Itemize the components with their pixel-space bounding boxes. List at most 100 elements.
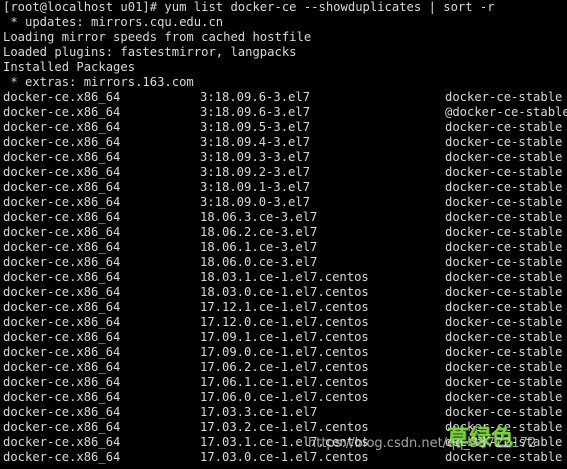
package-repo: docker-ce-stable	[445, 180, 563, 194]
terminal-window[interactable]: [root@localhost u01]# yum list docker-ce…	[0, 0, 567, 469]
package-repo: @docker-ce-stable	[445, 105, 567, 119]
cursor-line	[3, 465, 567, 469]
package-row: docker-ce.x86_64 18.03.1.ce-1.el7.centos d…	[3, 270, 567, 285]
package-name: docker-ce.x86_64	[3, 405, 121, 419]
package-repo: docker-ce-stable	[445, 165, 563, 179]
package-row: docker-ce.x86_64 3:18.09.3-3.el7 docker-ce…	[3, 150, 567, 165]
package-version: 17.03.2.ce-1.el7.centos	[200, 420, 369, 434]
package-name: docker-ce.x86_64	[3, 375, 121, 389]
package-name: docker-ce.x86_64	[3, 90, 121, 104]
package-name: docker-ce.x86_64	[3, 435, 121, 449]
package-row: docker-ce.x86_64 17.12.1.ce-1.el7.centos d…	[3, 300, 567, 315]
package-repo: docker-ce-stable	[445, 360, 563, 374]
package-version: 18.06.3.ce-3.el7	[200, 210, 318, 224]
package-name: docker-ce.x86_64	[3, 315, 121, 329]
output-line: * updates: mirrors.cqu.edu.cn	[3, 15, 224, 29]
package-name: docker-ce.x86_64	[3, 345, 121, 359]
package-name: docker-ce.x86_64	[3, 360, 121, 374]
package-row: docker-ce.x86_64 17.06.0.ce-1.el7.centos d…	[3, 390, 567, 405]
package-row: docker-ce.x86_64 17.06.1.ce-1.el7.centos d…	[3, 375, 567, 390]
package-version: 3:18.09.5-3.el7	[200, 120, 311, 134]
package-version: 17.12.1.ce-1.el7.centos	[200, 300, 369, 314]
package-repo: docker-ce-stable	[445, 405, 563, 419]
package-name: docker-ce.x86_64	[3, 225, 121, 239]
package-repo: docker-ce-stable	[445, 315, 563, 329]
package-row: docker-ce.x86_64 3:18.09.1-3.el7 docker-ce…	[3, 180, 567, 195]
package-name: docker-ce.x86_64	[3, 120, 121, 134]
output-line: Installed Packages	[3, 60, 136, 74]
package-name: docker-ce.x86_64	[3, 420, 121, 434]
package-version: 3:18.09.6-3.el7	[200, 105, 311, 119]
package-row: docker-ce.x86_64 3:18.09.6-3.el7 docker-ce…	[3, 90, 567, 105]
package-repo: docker-ce-stable	[445, 240, 563, 254]
package-name: docker-ce.x86_64	[3, 165, 121, 179]
package-version: 17.06.2.ce-1.el7.centos	[200, 360, 369, 374]
package-row: docker-ce.x86_64 17.03.3.ce-1.el7 docker-c…	[3, 405, 567, 420]
package-repo: docker-ce-stable	[445, 270, 563, 284]
package-row: docker-ce.x86_64 17.03.0.ce-1.el7.centos d…	[3, 450, 567, 465]
package-name: docker-ce.x86_64	[3, 300, 121, 314]
package-version: 3:18.09.1-3.el7	[200, 180, 311, 194]
package-name: docker-ce.x86_64	[3, 150, 121, 164]
package-repo: docker-ce-stable	[445, 90, 563, 104]
package-name: docker-ce.x86_64	[3, 135, 121, 149]
package-name: docker-ce.x86_64	[3, 450, 121, 464]
package-version: 18.06.0.ce-3.el7	[200, 255, 318, 269]
package-row: docker-ce.x86_64 3:18.09.4-3.el7 docker-ce…	[3, 135, 567, 150]
watermark-url: https://blog.csdn.net/qq_33722172	[308, 436, 537, 451]
package-name: docker-ce.x86_64	[3, 285, 121, 299]
package-version: 17.03.3.ce-1.el7	[200, 405, 318, 419]
package-version: 18.03.0.ce-1.el7.centos	[200, 285, 369, 299]
package-repo: docker-ce-stable	[445, 450, 563, 464]
package-row: docker-ce.x86_64 17.06.2.ce-1.el7.centos d…	[3, 360, 567, 375]
package-version: 3:18.09.0-3.el7	[200, 195, 311, 209]
command-prompt: [root@localhost u01]# yum list docker-ce…	[3, 0, 495, 14]
package-version: 17.06.1.ce-1.el7.centos	[200, 375, 369, 389]
package-repo: docker-ce-stable	[445, 255, 563, 269]
package-repo: docker-ce-stable	[445, 195, 563, 209]
package-version: 17.06.0.ce-1.el7.centos	[200, 390, 369, 404]
package-row: docker-ce.x86_64 3:18.09.2-3.el7 docker-ce…	[3, 165, 567, 180]
package-name: docker-ce.x86_64	[3, 195, 121, 209]
package-repo: docker-ce-stable	[445, 330, 563, 344]
package-repo: docker-ce-stable	[445, 120, 563, 134]
package-row: docker-ce.x86_64 18.03.0.ce-1.el7.centos d…	[3, 285, 567, 300]
package-version: 17.09.0.ce-1.el7.centos	[200, 345, 369, 359]
package-version: 17.09.1.ce-1.el7.centos	[200, 330, 369, 344]
package-name: docker-ce.x86_64	[3, 210, 121, 224]
package-repo: docker-ce-stable	[445, 300, 563, 314]
package-version: 17.12.0.ce-1.el7.centos	[200, 315, 369, 329]
package-name: docker-ce.x86_64	[3, 240, 121, 254]
package-repo: docker-ce-stable	[445, 225, 563, 239]
package-row: docker-ce.x86_64 3:18.09.5-3.el7 docker-ce…	[3, 120, 567, 135]
package-version: 18.06.1.ce-3.el7	[200, 240, 318, 254]
package-version: 3:18.09.6-3.el7	[200, 90, 311, 104]
package-row: docker-ce.x86_64 17.12.0.ce-1.el7.centos d…	[3, 315, 567, 330]
package-name: docker-ce.x86_64	[3, 105, 121, 119]
package-row: docker-ce.x86_64 3:18.09.6-3.el7 @docker-c…	[3, 105, 567, 120]
package-version: 18.03.1.ce-1.el7.centos	[200, 270, 369, 284]
package-version: 3:18.09.4-3.el7	[200, 135, 311, 149]
package-repo: docker-ce-stable	[445, 285, 563, 299]
package-name: docker-ce.x86_64	[3, 330, 121, 344]
package-repo: docker-ce-stable	[445, 210, 563, 224]
package-row: docker-ce.x86_64 18.06.1.ce-3.el7 docker-c…	[3, 240, 567, 255]
package-row: docker-ce.x86_64 18.06.2.ce-3.el7 docker-c…	[3, 225, 567, 240]
package-row: docker-ce.x86_64 17.09.0.ce-1.el7.centos d…	[3, 345, 567, 360]
package-repo: docker-ce-stable	[445, 375, 563, 389]
package-list: docker-ce.x86_64 3:18.09.6-3.el7 docker-ce…	[3, 90, 567, 465]
package-repo: docker-ce-stable	[445, 345, 563, 359]
package-name: docker-ce.x86_64	[3, 180, 121, 194]
package-version: 3:18.09.2-3.el7	[200, 165, 311, 179]
package-row: docker-ce.x86_64 17.09.1.ce-1.el7.centos d…	[3, 330, 567, 345]
package-repo: docker-ce-stable	[445, 150, 563, 164]
package-row: docker-ce.x86_64 3:18.09.0-3.el7 docker-ce…	[3, 195, 567, 210]
package-name: docker-ce.x86_64	[3, 270, 121, 284]
package-version: 3:18.09.3-3.el7	[200, 150, 311, 164]
package-name: docker-ce.x86_64	[3, 390, 121, 404]
output-line: * extras: mirrors.163.com	[3, 75, 194, 89]
package-repo: docker-ce-stable	[445, 135, 563, 149]
output-line: Loading mirror speeds from cached hostfi…	[3, 30, 312, 44]
package-repo: docker-ce-stable	[445, 390, 563, 404]
package-row: docker-ce.x86_64 18.06.0.ce-3.el7 docker-c…	[3, 255, 567, 270]
